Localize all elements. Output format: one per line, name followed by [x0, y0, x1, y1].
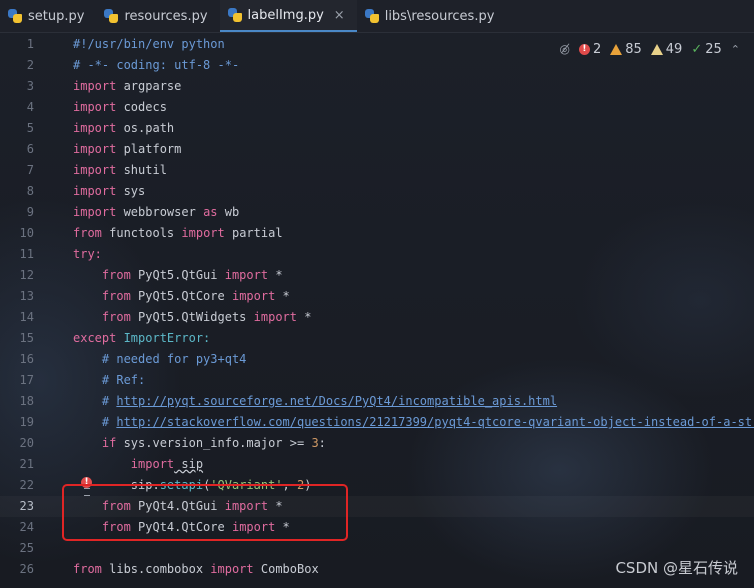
doc-link[interactable]: http://pyqt.sourceforge.net/Docs/PyQt4/i… [116, 394, 557, 408]
code-line: # Ref: [101, 373, 146, 387]
line-number: 4 [26, 100, 34, 114]
line-number: 19 [19, 415, 34, 429]
code-line: except ImportError: [73, 331, 211, 345]
tab-label: labelImg.py [247, 7, 324, 23]
python-file-icon [8, 9, 22, 23]
line-number: 17 [19, 373, 34, 387]
code-line: import argparse [73, 79, 182, 93]
line-number: 23 [19, 499, 34, 513]
line-number: 14 [19, 310, 34, 324]
close-icon[interactable]: × [334, 8, 345, 23]
tab-labelimg-py[interactable]: labelImg.py × [219, 0, 357, 32]
line-number: 16 [19, 352, 34, 366]
code-line: import os.path [73, 121, 175, 135]
line-number: 18 [19, 394, 34, 408]
typo-count[interactable]: ✓ 25 [691, 42, 721, 57]
tab-label: libs\resources.py [384, 8, 495, 24]
code-line: import shutil [73, 163, 167, 177]
code-line: if sys.version_info.major >= 3: [101, 436, 326, 450]
line-number: 5 [26, 121, 34, 135]
python-file-icon [364, 9, 379, 23]
code-line: from PyQt5.QtGui import * [101, 268, 283, 282]
watermark: CSDN @星石传说 [615, 559, 738, 577]
code-line: import sys [73, 184, 146, 198]
code-line: try: [73, 247, 102, 261]
line-number: 7 [26, 163, 34, 177]
tab-resources-py[interactable]: resources.py [96, 0, 219, 32]
check-icon: ✓ [691, 41, 703, 57]
code-line: from PyQt5.QtCore import * [101, 289, 290, 303]
line-number: 2 [26, 58, 34, 72]
line-number: 12 [19, 268, 34, 282]
weak-warning-count[interactable]: 49 [650, 42, 682, 57]
highlight-annotation-box [62, 484, 348, 541]
code-line: import codecs [73, 100, 167, 114]
tab-label: setup.py [28, 8, 85, 24]
python-file-icon [104, 9, 119, 23]
reader-mode-icon[interactable]: ◎̸ [559, 42, 569, 56]
line-number: 3 [26, 79, 34, 93]
code-line: # needed for py3+qt4 [101, 352, 247, 366]
line-number: 9 [26, 205, 34, 219]
code-line: import webbrowser as wb [73, 205, 240, 219]
chevron-up-icon[interactable]: ⌃ [731, 43, 740, 56]
error-count[interactable]: ! 2 [578, 42, 601, 57]
tab-label: resources.py [124, 8, 208, 24]
code-line: import sip [130, 457, 204, 471]
code-line: import platform [73, 142, 182, 156]
line-number: 20 [19, 436, 34, 450]
tab-setup-py[interactable]: setup.py [0, 0, 96, 32]
error-icon: ! [578, 43, 590, 55]
tab-libs-resources-py[interactable]: libs\resources.py [357, 0, 507, 32]
python-file-icon [227, 8, 242, 22]
line-number: 1 [26, 37, 34, 51]
line-number: 10 [19, 226, 34, 240]
line-number: 22 [19, 478, 34, 492]
line-number: 8 [26, 184, 34, 198]
code-line: from functools import partial [73, 226, 283, 240]
code-line: # -*- coding: utf-8 -*- [73, 58, 240, 72]
code-line: # http://pyqt.sourceforge.net/Docs/PyQt4… [101, 394, 558, 408]
stackoverflow-link[interactable]: http://stackoverflow.com/questions/21217… [116, 415, 754, 429]
line-number: 13 [19, 289, 34, 303]
line-number: 15 [19, 331, 34, 345]
code-line: from PyQt5.QtWidgets import * [101, 310, 312, 324]
line-number: 6 [26, 142, 34, 156]
warning-count[interactable]: 85 [610, 42, 642, 57]
line-number: 24 [19, 520, 34, 534]
code-line: # http://stackoverflow.com/questions/212… [73, 412, 754, 433]
line-number: 26 [19, 562, 34, 576]
weak-warning-icon [650, 43, 663, 55]
tab-bar: setup.py resources.py labelImg.py × libs… [0, 0, 754, 33]
warning-icon [610, 43, 623, 55]
line-number-gutter: 1 2 3 4 5 6 7 8 9 10 11 12 13 14 15 16 1… [0, 34, 60, 580]
line-number: 21 [19, 457, 34, 471]
line-number: 11 [19, 247, 34, 261]
line-number: 25 [19, 541, 34, 555]
inspection-widget[interactable]: ◎̸ ! 2 85 49 ✓ 25 ⌃ [559, 40, 740, 58]
